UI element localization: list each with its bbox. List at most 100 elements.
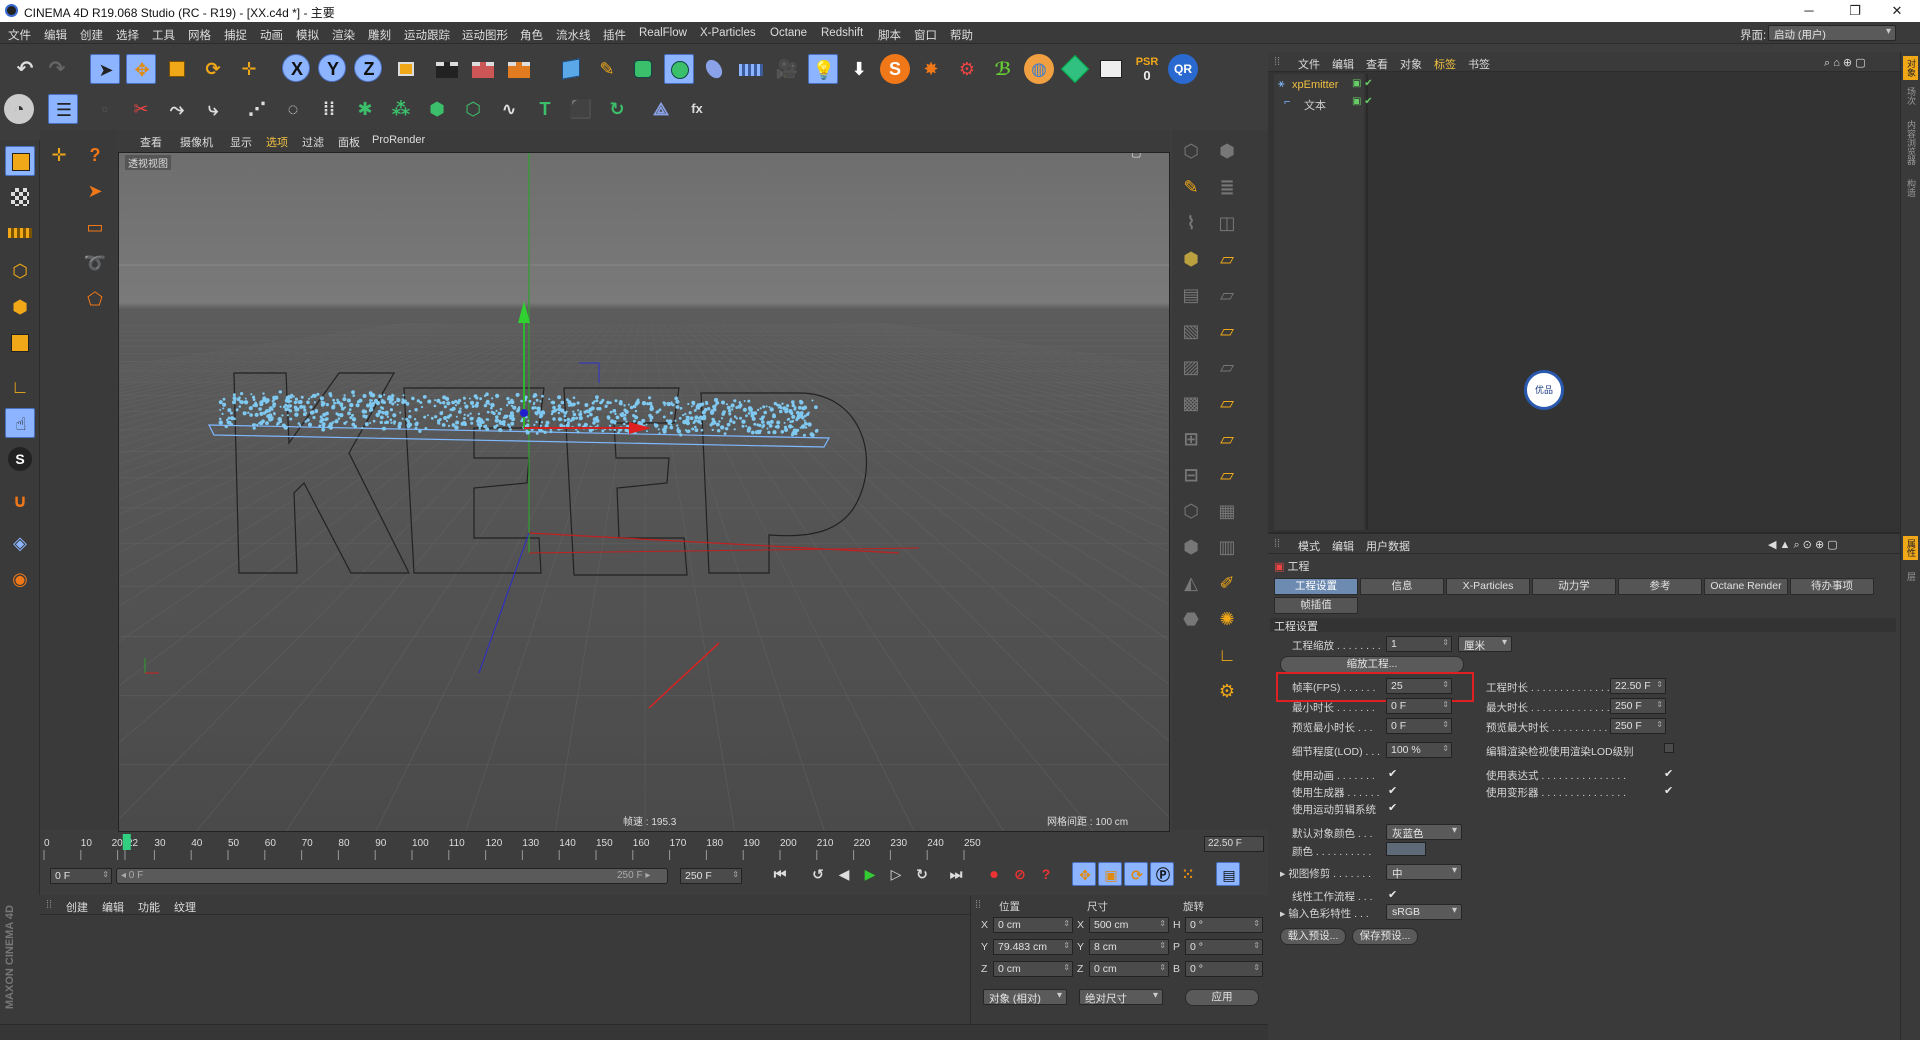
palette-plane2-icon[interactable]: ▱ bbox=[1212, 280, 1242, 310]
loop-select-icon[interactable]: ⤷ bbox=[198, 94, 228, 124]
z-axis-lock-icon[interactable]: Z bbox=[354, 54, 382, 82]
record-keys-icon[interactable]: ⏺ bbox=[982, 862, 1006, 886]
axis-mode-icon[interactable]: ∟ bbox=[5, 372, 35, 402]
plugin-tool-icon[interactable]: ⚙ bbox=[952, 54, 982, 84]
timeline-window-icon[interactable]: ▤ bbox=[1216, 862, 1240, 886]
rot-h-field[interactable]: 0 ° bbox=[1185, 917, 1263, 933]
palette-bend-icon[interactable]: ⌇ bbox=[1176, 208, 1206, 238]
menu-create[interactable]: 创建 bbox=[80, 27, 103, 43]
coordinate-system-icon[interactable] bbox=[392, 54, 422, 84]
default-color-dropdown[interactable]: 灰蓝色 bbox=[1386, 824, 1462, 840]
start-frame-field[interactable]: 0 F bbox=[50, 868, 112, 884]
model-mode-icon[interactable] bbox=[5, 146, 35, 176]
magnet-icon[interactable]: ∪ bbox=[5, 486, 35, 516]
menu-animate[interactable]: 动画 bbox=[260, 27, 283, 43]
menu-character[interactable]: 角色 bbox=[520, 27, 543, 43]
palette-mesh2-icon[interactable]: ▧ bbox=[1176, 316, 1206, 346]
use-generators-checkbox[interactable]: ✔ bbox=[1388, 785, 1400, 797]
preview-range-slider[interactable]: ◂ 0 F 250 F ▸ bbox=[116, 868, 668, 884]
load-preset-button[interactable]: 载入预设... bbox=[1280, 928, 1346, 945]
points-mode-icon[interactable]: ⬡ bbox=[5, 256, 35, 286]
add-tool-icon[interactable]: ✛ bbox=[44, 140, 74, 170]
menu-snap[interactable]: 捕捉 bbox=[224, 27, 247, 43]
unit-dropdown[interactable]: 厘米 bbox=[1458, 636, 1512, 652]
rotate-tool-icon[interactable]: ⟳ bbox=[198, 54, 228, 84]
tracer-icon[interactable]: ∿ bbox=[494, 94, 524, 124]
poly-select-icon[interactable]: ⬠ bbox=[80, 284, 110, 314]
tweak-mode-icon[interactable]: ☝ bbox=[5, 408, 35, 438]
viewport-nav-icons[interactable]: ✥ ⬇ ⟲ ▢ bbox=[1131, 153, 1169, 159]
apply-button[interactable]: 应用 bbox=[1185, 989, 1259, 1006]
visibility-toggles-2[interactable]: ▣ ✔ bbox=[1352, 96, 1373, 107]
side-tab-layers[interactable]: 层 bbox=[1903, 564, 1918, 588]
deformer-icon[interactable] bbox=[700, 54, 730, 84]
spline-circle-icon[interactable]: ◌ bbox=[278, 94, 308, 124]
light-icon[interactable]: 💡 bbox=[808, 54, 838, 84]
menu-motion-tracking[interactable]: 运动跟踪 bbox=[404, 27, 450, 43]
am-nav-icons[interactable]: ◀ ▲ ⌕ ⊙ ⊕ ▢ bbox=[1768, 538, 1838, 552]
palette-mesh3-icon[interactable]: ▨ bbox=[1176, 352, 1206, 382]
palette-mesh4-icon[interactable]: ▩ bbox=[1176, 388, 1206, 418]
preview-min-field[interactable]: 0 F bbox=[1386, 718, 1452, 734]
psr-icon[interactable]: PSR 0 bbox=[1132, 54, 1162, 84]
rect-select-icon[interactable]: ▭ bbox=[80, 212, 110, 242]
mm-menu-function[interactable]: 功能 bbox=[138, 899, 160, 915]
linear-workflow-checkbox[interactable]: ✔ bbox=[1388, 889, 1400, 901]
menu-xparticles[interactable]: X-Particles bbox=[700, 27, 756, 39]
palette-plane3-icon[interactable]: ▱ bbox=[1212, 316, 1242, 346]
palette-box-icon[interactable]: ◫ bbox=[1212, 208, 1242, 238]
view-clip-dropdown[interactable]: 中 bbox=[1386, 864, 1462, 880]
mm-menu-texture[interactable]: 纹理 bbox=[174, 899, 196, 915]
side-tab-takes[interactable]: 场次 bbox=[1903, 84, 1918, 108]
om-search-icon[interactable]: ⌕ ⌂ ⊕ ▢ bbox=[1824, 56, 1866, 70]
palette-plane-icon[interactable]: ▱ bbox=[1212, 244, 1242, 274]
project-time-field[interactable]: 22.50 F bbox=[1610, 678, 1666, 694]
key-parameter-icon[interactable]: Ⓟ bbox=[1150, 862, 1174, 886]
vp-menu-prorender[interactable]: ProRender bbox=[372, 134, 425, 146]
color-swatch[interactable] bbox=[1386, 842, 1426, 856]
scale-field[interactable]: 1 bbox=[1386, 636, 1452, 652]
floor-icon[interactable] bbox=[736, 54, 766, 84]
next-frame-icon[interactable]: ▷ bbox=[884, 862, 908, 886]
timeline-toggle-icon[interactable]: ☰ bbox=[48, 94, 78, 124]
voronoi-fracture-icon[interactable]: ⬡ bbox=[458, 94, 488, 124]
color-profile-dropdown[interactable]: sRGB bbox=[1386, 904, 1462, 920]
rot-p-field[interactable]: 0 ° bbox=[1185, 939, 1263, 955]
close-button[interactable]: ✕ bbox=[1874, 0, 1920, 22]
menu-help[interactable]: 帮助 bbox=[950, 27, 973, 43]
max-time-field[interactable]: 250 F bbox=[1610, 698, 1666, 714]
auto-key-icon[interactable]: ⊘ bbox=[1008, 862, 1032, 886]
import-icon[interactable]: ⬇ bbox=[844, 54, 874, 84]
menu-realflow[interactable]: RealFlow bbox=[639, 27, 687, 39]
menu-tools[interactable]: 工具 bbox=[152, 27, 175, 43]
menu-pipeline[interactable]: 流水线 bbox=[556, 27, 591, 43]
palette-grid-icon[interactable]: ▦ bbox=[1212, 496, 1242, 526]
path-select-icon[interactable]: ⤳ bbox=[162, 94, 192, 124]
next-key-icon[interactable]: ↻ bbox=[910, 862, 934, 886]
go-to-end-icon[interactable]: ⏭ bbox=[944, 862, 968, 886]
menu-render[interactable]: 渲染 bbox=[332, 27, 355, 43]
end-frame-field[interactable]: 250 F bbox=[680, 868, 742, 884]
scale-project-button[interactable]: 缩放工程... bbox=[1280, 656, 1464, 673]
tab-xparticles[interactable]: X-Particles bbox=[1446, 578, 1530, 595]
menu-mograph[interactable]: 运动图形 bbox=[462, 27, 508, 43]
realflow-icon[interactable]: ℬ bbox=[988, 54, 1018, 84]
timeline-ruler[interactable]: 0 10 20 22 30 40 50 60 70 80 90 100 110 120 130 140 150 1… bbox=[40, 832, 1268, 862]
key-scale-icon[interactable]: ▣ bbox=[1098, 862, 1122, 886]
palette-settings-icon[interactable]: ✺ bbox=[1212, 604, 1242, 634]
picture-viewer-icon[interactable] bbox=[1096, 54, 1126, 84]
recent-tool-icon[interactable]: ✛ bbox=[234, 54, 264, 84]
am-menu-userdata[interactable]: 用户数据 bbox=[1366, 538, 1410, 554]
side-tab-objects[interactable]: 对象 bbox=[1903, 56, 1918, 80]
tab-todo[interactable]: 待办事项 bbox=[1790, 578, 1874, 595]
polygons-mode-icon[interactable] bbox=[5, 328, 35, 358]
tab-reference[interactable]: 参考 bbox=[1618, 578, 1702, 595]
lasso-select-icon[interactable]: ➰ bbox=[80, 248, 110, 278]
size-x-field[interactable]: 500 cm bbox=[1089, 917, 1169, 933]
palette-book-icon[interactable]: ▥ bbox=[1212, 532, 1242, 562]
vp-menu-filter[interactable]: 过滤 bbox=[302, 134, 324, 150]
am-menu-edit[interactable]: 编辑 bbox=[1332, 538, 1354, 554]
visibility-toggles[interactable]: ▣ ✔ bbox=[1352, 78, 1373, 89]
menu-mesh[interactable]: 网格 bbox=[188, 27, 211, 43]
palette-mesh9-icon[interactable]: ◭ bbox=[1176, 568, 1206, 598]
